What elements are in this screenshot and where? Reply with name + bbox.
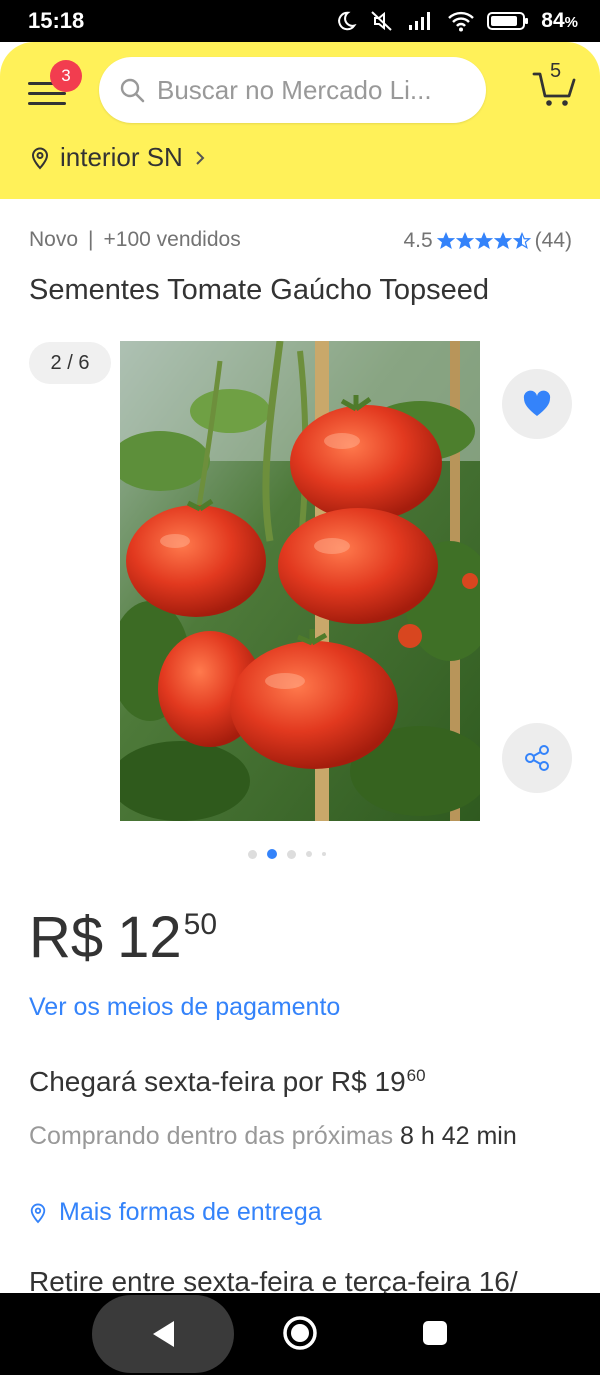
carousel-dot <box>267 849 277 859</box>
share-icon <box>525 745 549 771</box>
price-integer: 12 <box>117 905 182 970</box>
price-cents: 50 <box>183 908 218 941</box>
star-icon <box>474 232 493 250</box>
search-bar[interactable]: Buscar no Mercado Li... <box>99 57 486 123</box>
location-pin-icon <box>30 1203 46 1223</box>
carousel-dot <box>306 851 312 857</box>
shipping-price-cents: 60 <box>406 1066 426 1085</box>
share-button[interactable] <box>502 723 572 793</box>
back-icon <box>153 1321 174 1347</box>
carousel-dot <box>248 849 257 859</box>
rating-stars <box>436 232 531 250</box>
heart-icon <box>523 390 551 416</box>
system-nav-bar <box>0 1293 600 1375</box>
do-not-disturb-moon-icon <box>338 11 357 31</box>
favorite-button[interactable] <box>502 369 572 439</box>
home-button[interactable] <box>282 1315 318 1351</box>
product-image[interactable] <box>120 341 480 821</box>
tomato-photo <box>120 341 480 821</box>
location-label: interior SN <box>60 142 183 172</box>
status-bar: 15:18 84% <box>0 0 600 42</box>
recents-button[interactable] <box>423 1321 447 1345</box>
cart-button[interactable]: 5 <box>530 60 582 110</box>
rating-value: 4.5 <box>403 229 433 252</box>
product-title: Sementes Tomate Gaúcho Topseed <box>29 274 490 306</box>
app-header: 3 Buscar no Mercado Li... 5 interior SN <box>0 42 600 199</box>
price: R$ 12 50 <box>29 903 217 973</box>
sold-count: +100 vendidos <box>103 228 241 251</box>
mute-icon <box>371 11 392 31</box>
carousel-dot <box>322 852 326 856</box>
search-placeholder: Buscar no Mercado Li... <box>157 74 432 105</box>
status-time: 15:18 <box>28 8 85 33</box>
more-shipping-label: Mais formas de entrega <box>59 1198 322 1226</box>
product-meta: Novo | +100 vendidos <box>29 228 241 252</box>
image-counter: 2 / 6 <box>29 342 111 384</box>
shipping-title: Chegará sexta-feira por R$ 19 60 <box>29 1066 426 1098</box>
cart-count: 5 <box>550 60 562 82</box>
condition-label: Novo <box>29 228 79 251</box>
notification-badge: 3 <box>50 60 82 92</box>
back-button[interactable] <box>92 1295 234 1373</box>
shipping-deadline-text: Comprando dentro das próximas <box>29 1122 401 1150</box>
wifi-icon <box>448 11 475 32</box>
search-icon <box>120 78 145 103</box>
location-selector[interactable]: interior SN <box>30 142 207 173</box>
price-currency: R$ <box>29 905 104 970</box>
shipping-deadline: Comprando dentro das próximas 8 h 42 min <box>29 1118 569 1155</box>
home-icon <box>283 1316 317 1350</box>
star-icon <box>455 232 474 250</box>
star-icon <box>512 232 531 250</box>
location-pin-icon <box>31 147 49 169</box>
shipping-title-text: Chegará sexta-feira por R$ 19 <box>29 1066 406 1097</box>
star-icon <box>493 232 512 250</box>
rating-count: (44) <box>534 229 572 252</box>
star-icon <box>436 232 455 250</box>
shipping-deadline-time: 8 h 42 min <box>400 1122 517 1150</box>
meta-separator: | <box>88 228 94 251</box>
payment-methods-link[interactable]: Ver os meios de pagamento <box>29 993 340 1022</box>
carousel-dot <box>287 849 296 859</box>
battery-percent: 84% <box>541 9 578 32</box>
more-shipping-options-link[interactable]: Mais formas de entrega <box>29 1198 322 1227</box>
signal-icon <box>409 12 431 30</box>
rating[interactable]: 4.5 (44) <box>403 229 572 253</box>
battery-icon <box>487 12 529 30</box>
carousel-dots <box>248 849 326 859</box>
chevron-right-icon <box>196 150 205 165</box>
